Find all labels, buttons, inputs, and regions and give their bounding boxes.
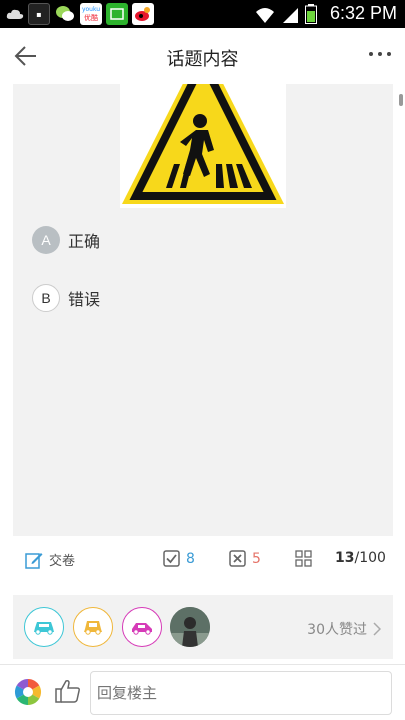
news-icon: ▪	[28, 3, 50, 25]
submit-exam-button[interactable]: 交卷	[25, 550, 75, 569]
submit-exam-label: 交卷	[49, 554, 76, 569]
avatar[interactable]	[73, 607, 113, 647]
more-dot-icon	[369, 52, 373, 56]
like-button[interactable]	[54, 677, 82, 705]
wrong-count-value: 5	[252, 550, 261, 567]
youku-icon: youku 优酷	[80, 3, 102, 25]
car-icon	[34, 622, 54, 635]
more-dot-icon	[387, 52, 391, 56]
status-bar: ▪ youku 优酷 6:32 PM	[0, 0, 405, 28]
page-title: 话题内容	[166, 49, 239, 70]
correct-count-value: 8	[186, 550, 195, 567]
avatar[interactable]	[122, 607, 162, 647]
weibo-icon	[132, 3, 154, 25]
cloud-icon	[6, 3, 24, 25]
user-photo-icon	[170, 607, 210, 647]
likes-count-text: 30人赞过	[307, 622, 367, 638]
wrong-count[interactable]: 5	[229, 550, 261, 567]
battery-icon	[305, 4, 317, 24]
notification-icons: ▪ youku 优酷	[6, 3, 154, 25]
progress-current: 13	[335, 550, 355, 566]
question-content: A 正确 B 错误	[13, 44, 393, 536]
progress-total: /100	[354, 550, 386, 566]
signal-icon	[283, 8, 298, 23]
car-icon	[84, 621, 102, 635]
option-letter-badge: B	[32, 284, 60, 312]
top-bar: 话题内容	[0, 28, 405, 84]
scrollbar[interactable]	[399, 94, 403, 106]
reply-bar	[0, 664, 405, 720]
avatar[interactable]	[170, 607, 210, 647]
option-a[interactable]: A 正确	[32, 226, 100, 254]
checkbox-checked-icon	[163, 550, 180, 567]
wifi-icon	[256, 8, 274, 23]
exam-toolbar: 交卷 8 5 13 /100	[13, 536, 393, 584]
checkbox-x-icon	[229, 550, 246, 567]
likes-panel: 30人赞过	[13, 595, 393, 659]
likes-count-link[interactable]: 30人赞过	[307, 619, 381, 639]
option-text: 正确	[68, 232, 101, 251]
grid-icon	[295, 550, 312, 567]
chevron-right-icon	[373, 622, 381, 636]
question-image	[120, 44, 286, 208]
wechat-icon	[54, 3, 76, 25]
option-letter-badge: A	[32, 226, 60, 254]
more-menu-button[interactable]	[369, 52, 391, 56]
reply-input[interactable]	[90, 671, 392, 715]
question-progress: 13 /100	[335, 550, 386, 566]
option-b[interactable]: B 错误	[32, 284, 100, 312]
option-text: 错误	[68, 290, 101, 309]
clock: 6:32 PM	[329, 3, 397, 23]
car-icon	[132, 623, 152, 635]
system-icons	[255, 4, 317, 24]
thumbs-up-icon	[55, 680, 80, 703]
correct-count[interactable]: 8	[163, 550, 195, 567]
question-grid-button[interactable]	[295, 550, 312, 567]
app-logo-icon[interactable]	[14, 678, 42, 706]
iqiyi-icon	[106, 3, 128, 25]
more-dot-icon	[378, 52, 382, 56]
avatar[interactable]	[24, 607, 64, 647]
edit-icon	[25, 552, 43, 569]
pedestrian-crossing-sign-icon	[122, 44, 284, 204]
